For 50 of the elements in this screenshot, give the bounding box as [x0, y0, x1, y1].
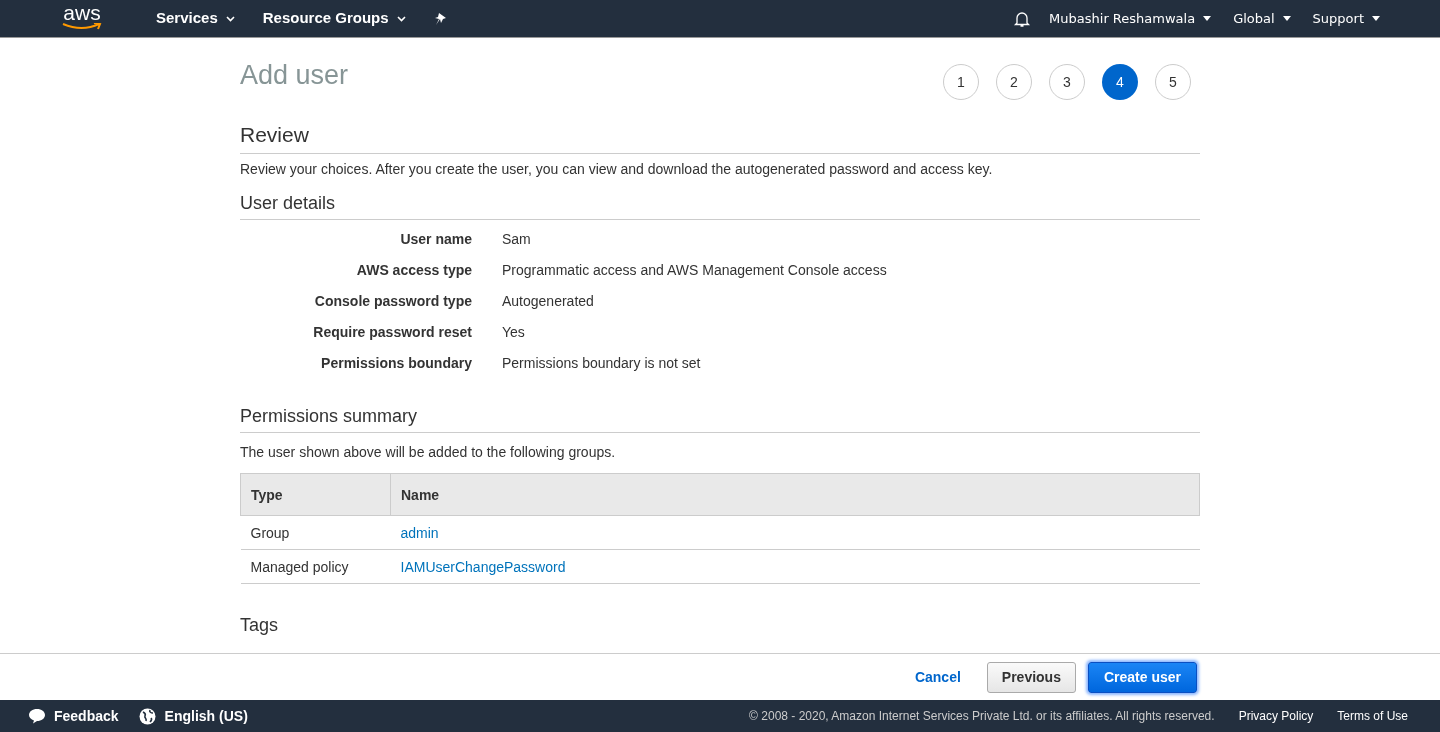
nav-menu-button[interactable]: Mubashir Reshamwala [1049, 8, 1212, 29]
footer-link[interactable]: Privacy Policy [1238, 707, 1314, 725]
step-indicator[interactable]: 1 [943, 64, 979, 100]
caret-icon [225, 15, 235, 22]
detail-label: Console password type [313, 292, 472, 311]
nav-menu-button[interactable]: Resource Groups [262, 7, 406, 30]
table-cell: Group [240, 515, 391, 550]
column-header: Name [390, 473, 1200, 516]
section-heading: User details [240, 192, 1200, 220]
step-indicator[interactable]: 4 [1102, 64, 1138, 100]
detail-value: Programmatic access and AWS Management Console access [502, 261, 887, 280]
table-cell: Managed policy [240, 549, 391, 584]
page-title: Add user [240, 62, 349, 89]
detail-value: Sam [502, 230, 531, 249]
detail-label: Require password reset [312, 323, 472, 342]
caret-icon [1372, 16, 1380, 21]
nav-menu-button[interactable]: Global [1233, 8, 1291, 29]
step-indicator[interactable]: 2 [996, 64, 1032, 100]
nav-menu-button[interactable]: Services [156, 7, 235, 30]
section-heading: Permissions summary [240, 405, 1200, 433]
detail-label: User name [399, 230, 472, 249]
aws-logo[interactable]: aws [60, 6, 104, 31]
nav-menu-button[interactable]: Support [1312, 8, 1380, 29]
section-heading: Review [240, 122, 1200, 154]
policy-link[interactable]: IAMUserChangePassword [400, 558, 566, 575]
caret-icon [396, 15, 406, 22]
description-text: Review your choices. After you create the user, you can view and download the autogenerated password and access key. [240, 160, 994, 178]
column-header: Type [240, 473, 391, 516]
policy-link[interactable]: admin [400, 524, 439, 541]
create-user-button[interactable]: Create user [1087, 661, 1197, 693]
step-indicator[interactable]: 3 [1049, 64, 1085, 100]
caret-icon [1203, 16, 1212, 21]
detail-value: Yes [502, 323, 525, 342]
description-text: The user shown above will be added to the following groups. [240, 443, 617, 461]
previous-button[interactable]: Previous [986, 661, 1076, 693]
language-button[interactable]: English (US) [138, 705, 248, 727]
footer-link[interactable]: Terms of Use [1337, 707, 1408, 725]
detail-value: Permissions boundary is not set [502, 354, 701, 373]
caret-icon [1282, 16, 1291, 21]
detail-label: Permissions boundary [320, 354, 472, 373]
feedback-button[interactable]: Feedback [28, 705, 119, 727]
speech-bubble-icon [28, 708, 46, 724]
copyright-text: © 2008 - 2020, Amazon Internet Services Private Ltd. or its affiliates. All rights reserved. [749, 708, 1215, 725]
step-indicator[interactable]: 5 [1155, 64, 1191, 100]
globe-icon [138, 707, 156, 725]
cancel-link[interactable]: Cancel [914, 666, 961, 688]
detail-label: AWS access type [355, 261, 472, 280]
detail-value: Autogenerated [502, 292, 594, 311]
bell-icon[interactable] [1013, 9, 1032, 28]
section-heading: Tags [240, 614, 280, 636]
